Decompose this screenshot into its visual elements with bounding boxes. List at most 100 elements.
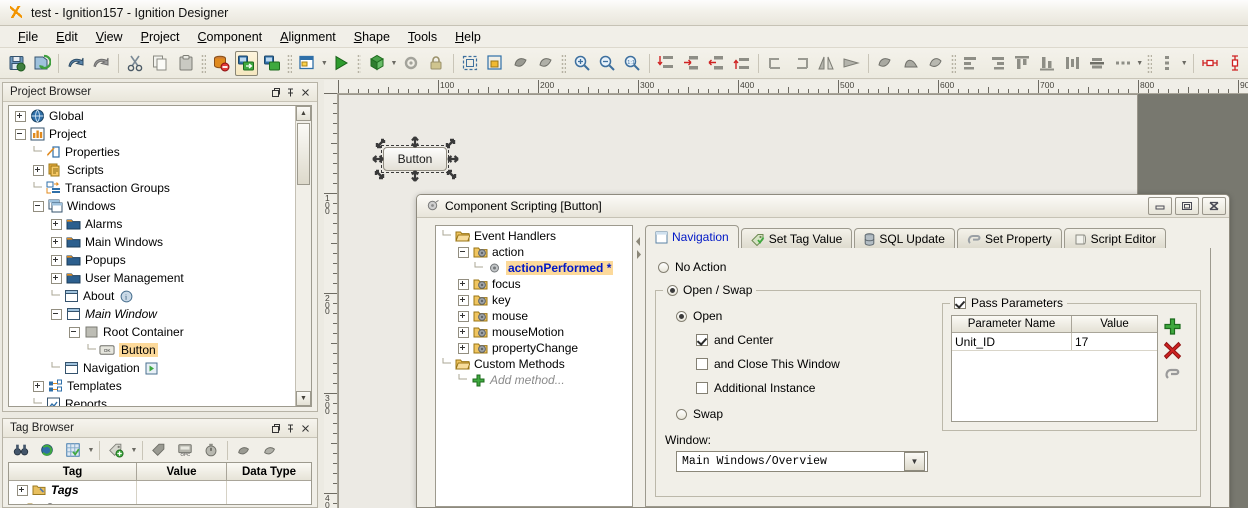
- tab-set-property[interactable]: Set Property: [956, 228, 1062, 249]
- comm-read-write-icon[interactable]: [234, 50, 259, 76]
- tree-item-about[interactable]: About i: [9, 287, 296, 305]
- expand-icon[interactable]: [458, 342, 469, 354]
- pass-parameters-checkbox[interactable]: Pass Parameters: [950, 296, 1068, 310]
- and-close-this-window-checkbox[interactable]: and Close This Window: [696, 357, 840, 371]
- expand-icon[interactable]: [458, 278, 469, 290]
- bind-parameter-icon[interactable]: [1162, 364, 1183, 385]
- center-v-icon[interactable]: [1086, 51, 1109, 76]
- delete-parameter-icon[interactable]: [1162, 340, 1183, 361]
- align-top-icon[interactable]: [1010, 51, 1033, 76]
- tree-item-main-window[interactable]: Main Window: [9, 305, 296, 323]
- expand-icon[interactable]: [51, 218, 62, 230]
- dropdown-arrow-icon[interactable]: ▼: [86, 440, 96, 460]
- pin-icon[interactable]: [283, 421, 298, 435]
- size-width-icon[interactable]: [1198, 51, 1221, 76]
- shape-c-icon[interactable]: [924, 51, 947, 76]
- rotate-cw-icon[interactable]: [764, 51, 787, 76]
- menu-item-alignment[interactable]: Alignment: [271, 28, 345, 46]
- resize-handle-s-icon[interactable]: [408, 169, 422, 183]
- maximize-icon[interactable]: [1175, 197, 1199, 215]
- db-disabled-icon[interactable]: [210, 51, 233, 76]
- column-header-datatype[interactable]: Data Type: [227, 463, 311, 480]
- tree-item-action[interactable]: action: [436, 244, 632, 260]
- minimize-icon[interactable]: [1148, 197, 1172, 215]
- expand-icon[interactable]: [33, 380, 44, 392]
- button-component[interactable]: Button: [383, 147, 447, 171]
- dropdown-arrow-icon[interactable]: ▼: [320, 53, 329, 73]
- tree-item-user-management[interactable]: User Management: [9, 269, 296, 287]
- align-right-icon[interactable]: [985, 51, 1008, 76]
- move-left-icon[interactable]: [680, 51, 703, 76]
- dropdown-arrow-icon[interactable]: ▼: [390, 53, 399, 73]
- scroll-thumb[interactable]: [297, 123, 310, 185]
- close-icon[interactable]: [298, 421, 313, 435]
- cut-icon[interactable]: [124, 51, 147, 76]
- and-center-checkbox[interactable]: and Center: [696, 333, 773, 347]
- tag-editor-icon[interactable]: [61, 439, 85, 461]
- copy-icon[interactable]: [149, 51, 172, 76]
- column-header-parameter-name[interactable]: Parameter Name: [952, 316, 1072, 332]
- window-select[interactable]: Main Windows/Overview ▼: [676, 451, 928, 472]
- tree-item-propertychange[interactable]: propertyChange: [436, 340, 632, 356]
- collapse-icon[interactable]: [458, 246, 469, 258]
- column-header-value[interactable]: Value: [137, 463, 227, 480]
- comm-off-icon[interactable]: [260, 51, 283, 76]
- menu-item-shape[interactable]: Shape: [345, 28, 399, 46]
- collapse-icon[interactable]: [69, 326, 80, 338]
- export-icon[interactable]: [258, 439, 282, 461]
- tree-item-mousemotion[interactable]: mouseMotion: [436, 324, 632, 340]
- event-handlers-panel[interactable]: Event Handlers action actionPerformed * foc…: [435, 225, 633, 507]
- size-height-icon[interactable]: [1224, 51, 1247, 76]
- tree-item-button[interactable]: OK Button: [9, 341, 296, 359]
- lock-disabled-icon[interactable]: [425, 51, 448, 76]
- tree-item-root-container[interactable]: Root Container: [9, 323, 296, 341]
- column-header-tag[interactable]: Tag: [9, 463, 137, 480]
- pin-icon[interactable]: [283, 85, 298, 99]
- dropdown-arrow-icon[interactable]: ▼: [1135, 53, 1144, 73]
- select-all-icon[interactable]: [459, 51, 482, 76]
- align-bottom-icon[interactable]: [1035, 51, 1058, 76]
- project-browser-scrollbar[interactable]: ▲ ▼: [295, 106, 311, 406]
- project-browser-tree[interactable]: Global Project Properties Scripts Transactio…: [9, 106, 296, 406]
- tab-script-editor[interactable]: Script Editor: [1063, 228, 1166, 249]
- dropdown-arrow-icon[interactable]: ▼: [1180, 53, 1189, 73]
- align-top-row-icon[interactable]: [654, 51, 677, 76]
- swap-radio[interactable]: Swap: [676, 407, 723, 421]
- binoculars-icon[interactable]: [9, 439, 33, 461]
- open-swap-radio[interactable]: Open / Swap: [663, 283, 757, 297]
- expand-icon[interactable]: [458, 326, 469, 338]
- distribute-icon[interactable]: [1111, 51, 1134, 76]
- expand-icon[interactable]: [33, 164, 44, 176]
- shape-a-icon[interactable]: [874, 51, 897, 76]
- chevron-down-icon[interactable]: ▼: [904, 452, 925, 471]
- resize-handle-n-icon[interactable]: [408, 135, 422, 149]
- gear-disabled-icon[interactable]: [399, 51, 422, 76]
- space-vertical-icon[interactable]: [1156, 51, 1179, 76]
- expand-icon[interactable]: [15, 110, 26, 122]
- rotate-ccw-icon[interactable]: [789, 51, 812, 76]
- shape-b-icon[interactable]: [899, 51, 922, 76]
- float-icon[interactable]: [268, 85, 283, 99]
- parameter-value-cell[interactable]: 17: [1072, 333, 1157, 350]
- tree-item-templates[interactable]: Templates: [9, 377, 296, 395]
- shape-union-icon[interactable]: [534, 51, 557, 76]
- tree-item-actionperformed[interactable]: actionPerformed *: [436, 260, 632, 276]
- tree-item-main-windows[interactable]: Main Windows: [9, 233, 296, 251]
- scroll-up-icon[interactable]: ▲: [296, 106, 311, 121]
- resize-handle-sw-icon[interactable]: [373, 167, 387, 181]
- collapse-icon[interactable]: [15, 128, 26, 140]
- collapse-icon[interactable]: [51, 308, 62, 320]
- redo-icon[interactable]: [90, 51, 113, 76]
- tab-sql-update[interactable]: SQL Update: [854, 228, 955, 249]
- tree-item-custom-methods[interactable]: Custom Methods: [436, 356, 632, 372]
- new-template-icon[interactable]: [365, 51, 388, 76]
- center-h-icon[interactable]: [1061, 51, 1084, 76]
- column-header-value[interactable]: Value: [1072, 316, 1157, 332]
- tree-item-reports[interactable]: Reports: [9, 395, 296, 406]
- expand-icon[interactable]: [51, 272, 62, 284]
- close-icon[interactable]: [1202, 197, 1226, 215]
- flip-horizontal-icon[interactable]: [815, 51, 838, 76]
- table-row[interactable]: Unit_ID 17: [952, 333, 1157, 351]
- menu-item-edit[interactable]: Edit: [47, 28, 87, 46]
- tree-item-event-handlers[interactable]: Event Handlers: [436, 228, 632, 244]
